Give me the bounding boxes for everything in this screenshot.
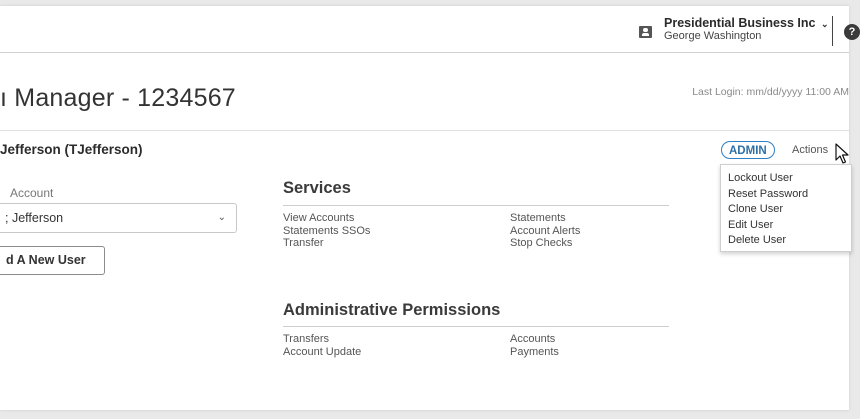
mouse-pointer-icon xyxy=(835,143,849,164)
current-user-name: George Washington xyxy=(664,30,762,42)
service-item: Statements xyxy=(510,212,566,224)
permission-item: Payments xyxy=(510,346,559,358)
divider xyxy=(283,205,669,206)
divider xyxy=(283,326,669,327)
menu-item-reset-password[interactable]: Reset Password xyxy=(728,187,851,203)
divider xyxy=(0,130,849,131)
app-frame: Presidential Business Inc ⌄ George Washi… xyxy=(0,6,860,410)
account-label: Account xyxy=(10,186,54,200)
admin-permissions-title: Administrative Permissions xyxy=(283,301,501,319)
service-item: Transfer xyxy=(283,237,324,249)
org-switcher[interactable]: Presidential Business Inc ⌄ xyxy=(664,16,828,30)
menu-item-delete-user[interactable]: Delete User xyxy=(728,233,851,249)
chevron-down-icon: ⌄ xyxy=(217,212,226,223)
permission-item: Accounts xyxy=(510,333,556,345)
menu-item-lockout-user[interactable]: Lockout User xyxy=(728,171,851,187)
account-select-value: ; Jefferson xyxy=(5,211,64,225)
account-select[interactable]: ; Jefferson ⌄ xyxy=(0,203,237,233)
add-new-user-button[interactable]: d A New User xyxy=(0,246,105,275)
top-bar: Presidential Business Inc ⌄ George Washi… xyxy=(0,6,860,53)
org-icon xyxy=(639,26,652,38)
permission-item: Account Update xyxy=(283,346,362,358)
menu-item-edit-user[interactable]: Edit User xyxy=(728,218,851,234)
service-item: Stop Checks xyxy=(510,237,573,249)
actions-menu: Lockout User Reset Password Clone User E… xyxy=(720,164,852,252)
service-item: Account Alerts xyxy=(510,224,581,237)
actions-button[interactable]: Actions xyxy=(792,144,828,156)
page-title: ı Manager - 1234567 xyxy=(0,84,236,112)
selected-user-name: Jefferson (TJefferson) xyxy=(0,142,143,157)
divider xyxy=(832,16,833,46)
last-login: Last Login: mm/dd/yyyy 11:00 AM xyxy=(692,86,849,98)
actions-label: Actions xyxy=(792,144,829,156)
admin-badge: ADMIN xyxy=(721,141,775,159)
services-title: Services xyxy=(283,179,351,197)
chevron-down-icon: ⌄ xyxy=(820,19,829,29)
menu-item-clone-user[interactable]: Clone User xyxy=(728,202,851,218)
help-icon[interactable]: ? xyxy=(844,24,860,40)
permission-item: Transfers xyxy=(283,333,330,345)
service-item: Statements SSOs xyxy=(283,224,371,237)
org-name: Presidential Business Inc xyxy=(664,16,816,30)
service-item: View Accounts xyxy=(283,212,355,224)
